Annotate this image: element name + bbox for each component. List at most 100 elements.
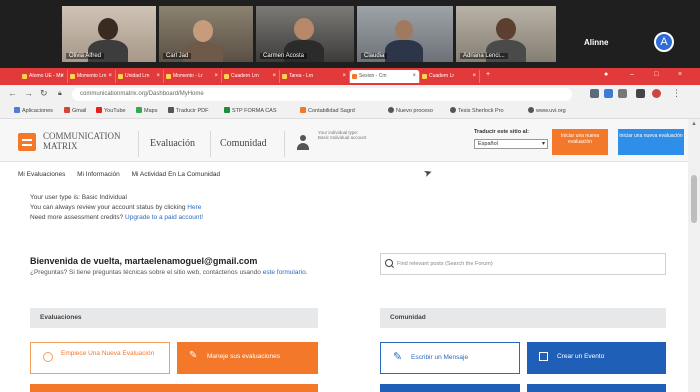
create-event-button[interactable]: Crear un Evento [527, 342, 666, 374]
user-icon[interactable] [296, 135, 310, 151]
bookmark-item[interactable]: Maps [136, 106, 157, 117]
bookmark-icon [528, 107, 534, 113]
bookmark-item[interactable]: Traducir PDF [168, 106, 209, 117]
new-evaluation-button[interactable]: Empiece Una Nueva Evaluación [30, 342, 170, 374]
bookmark-item[interactable]: Contabilidad Sagrd [300, 106, 355, 117]
account-status-link[interactable]: Here [187, 204, 201, 211]
browser-tab[interactable]: Cuadern Lr × [420, 70, 480, 83]
plus-circle-icon [43, 352, 53, 362]
extension-icon[interactable] [604, 89, 613, 98]
credits-text: Need more assessment credits? Upgrade to… [30, 214, 204, 221]
participant-tile[interactable]: Claudia [357, 6, 453, 62]
back-icon[interactable]: ← [8, 88, 17, 98]
nav-evaluacion[interactable]: Evaluación [150, 138, 195, 149]
close-tab-icon[interactable]: × [342, 70, 346, 83]
lock-icon: 🔒︎ [58, 90, 62, 97]
menu-dots-icon[interactable]: ⋮ [672, 88, 681, 99]
bookmark-item[interactable]: Tesis Sherlock Pro [450, 106, 504, 117]
close-window-icon[interactable]: × [678, 71, 682, 78]
write-message-button[interactable]: ✎ Escribir un Mensaje [380, 342, 520, 374]
participant-name: Olivia Alfred [66, 53, 105, 59]
browser-tab[interactable]: Unidad Lrn × [116, 70, 164, 83]
close-tab-icon[interactable]: × [412, 70, 416, 83]
browser-tab[interactable]: Cuadern Lrn × [222, 70, 280, 83]
profile-avatar-icon[interactable] [652, 89, 661, 98]
favicon-icon [22, 74, 27, 79]
video-call-strip: Olivia Alfred Carl Jad Carmen Acosta Cla… [0, 0, 700, 68]
browser-tab[interactable]: Momento - Lr × [164, 70, 222, 83]
close-tab-icon[interactable]: × [472, 70, 476, 83]
browser-tab[interactable]: Atomo UE - Ms × [20, 70, 68, 83]
bookmark-item[interactable]: STP FORMA CAS [224, 106, 277, 117]
edit-square-icon: ✎ [393, 351, 403, 363]
address-bar-row: ← → ↻ 🔒︎ communicationmatrix.org/Dashboa… [0, 85, 700, 104]
extensions-puzzle-icon[interactable] [636, 89, 645, 98]
bookmark-icon [168, 107, 174, 113]
favicon-icon [352, 74, 357, 79]
matrix-logo-icon[interactable] [18, 133, 36, 151]
nav-divider [284, 131, 285, 157]
forum-search-input[interactable]: Find relevant posts (Search the Forum) [380, 253, 666, 275]
subnav-mi-informacion[interactable]: Mi Información [77, 171, 120, 178]
bookmark-item[interactable]: www.uvi.org [528, 106, 566, 117]
next-orange-button-partial[interactable] [30, 384, 318, 392]
participant-name: Carmen Acosta [260, 53, 308, 59]
language-select[interactable]: Español ▾ [474, 139, 548, 149]
gmail-icon [64, 107, 70, 113]
user-account-info[interactable]: Your individual type: Basic Individual a… [318, 130, 368, 140]
bookmark-item[interactable]: Gmail [64, 106, 86, 117]
self-tile: Alinne A [566, 6, 686, 62]
close-tab-icon[interactable]: × [272, 70, 276, 83]
new-tab-icon[interactable]: + [486, 71, 490, 78]
subnav-mis-evaluaciones[interactable]: Mi Evaluaciones [18, 171, 65, 178]
site-logo[interactable]: COMMUNICATION MATRIX [43, 131, 143, 151]
close-tab-icon[interactable]: × [108, 70, 112, 83]
favicon-icon [166, 74, 171, 79]
close-tab-icon[interactable]: × [214, 70, 218, 83]
extension-icon[interactable] [618, 89, 627, 98]
bookmarks-bar: Aplicaciones Gmail YouTube Maps Traducir… [0, 104, 700, 119]
nav-comunidad[interactable]: Comunidad [220, 138, 267, 149]
section-comunidad: Comunidad [380, 308, 666, 328]
user-type-text: Your user type is: Basic Individual [30, 194, 127, 201]
participant-tile[interactable]: Adriana Lenci... [456, 6, 556, 62]
manage-evaluations-button[interactable]: ✎ Maneje sus evaluaciones [177, 342, 318, 374]
next-blue-button-partial[interactable] [527, 384, 666, 392]
pencil-icon: ✎ [189, 350, 198, 361]
participant-tile[interactable]: Carl Jad [159, 6, 253, 62]
search-icon [385, 259, 393, 267]
create-event-label: Crear un Evento [557, 353, 605, 360]
bookmark-item[interactable]: Aplicaciones [14, 106, 53, 117]
bookmark-item[interactable]: Nuevo proceso [388, 106, 433, 117]
self-avatar-button[interactable]: A [654, 32, 674, 52]
reload-icon[interactable]: ↻ [40, 88, 48, 99]
browser-tab[interactable]: Tarea - Lrn × [280, 70, 350, 83]
upgrade-link[interactable]: Upgrade to a paid account! [125, 214, 203, 221]
scroll-thumb[interactable] [691, 175, 697, 223]
scroll-up-icon[interactable]: ▲ [691, 121, 697, 127]
header-blue-button[interactable]: Iniciar una nueva evaluación [618, 129, 684, 155]
close-tab-icon[interactable]: × [156, 70, 160, 83]
bookmark-item[interactable]: YouTube [96, 106, 126, 117]
page-scrollbar[interactable]: ▲ [688, 119, 700, 392]
calendar-icon [539, 352, 548, 361]
forward-icon[interactable]: → [24, 88, 33, 98]
browser-tab-bar: Atomo UE - Ms × Momento Lrn × Unidad Lrn × … [0, 68, 700, 85]
url-input[interactable]: communicationmatrix.org/Dashboard/MyHome [72, 88, 572, 101]
subnav-mi-actividad[interactable]: Mi Actividad En La Comunidad [132, 171, 221, 178]
browser-tab[interactable]: Momento Lrn × [68, 70, 116, 83]
logo-line2: MATRIX [43, 141, 78, 151]
contact-form-link[interactable]: este formulario [263, 269, 306, 276]
participant-tile[interactable]: Olivia Alfred [62, 6, 156, 62]
maximize-icon[interactable]: □ [654, 71, 658, 78]
next-blue-button-partial[interactable] [380, 384, 520, 392]
minimize-icon[interactable]: – [630, 71, 634, 78]
extension-icon[interactable] [590, 89, 599, 98]
browser-tab-active[interactable]: Sesion - Cm × [350, 70, 420, 83]
favicon-icon [70, 74, 75, 79]
participant-tile[interactable]: Carmen Acosta [256, 6, 354, 62]
favicon-icon [422, 74, 427, 79]
header-orange-button[interactable]: Iniciar una nueva evaluación [552, 129, 608, 155]
new-evaluation-label: Empiece Una Nueva Evaluación [61, 350, 155, 357]
close-tab-icon[interactable]: × [60, 70, 64, 83]
